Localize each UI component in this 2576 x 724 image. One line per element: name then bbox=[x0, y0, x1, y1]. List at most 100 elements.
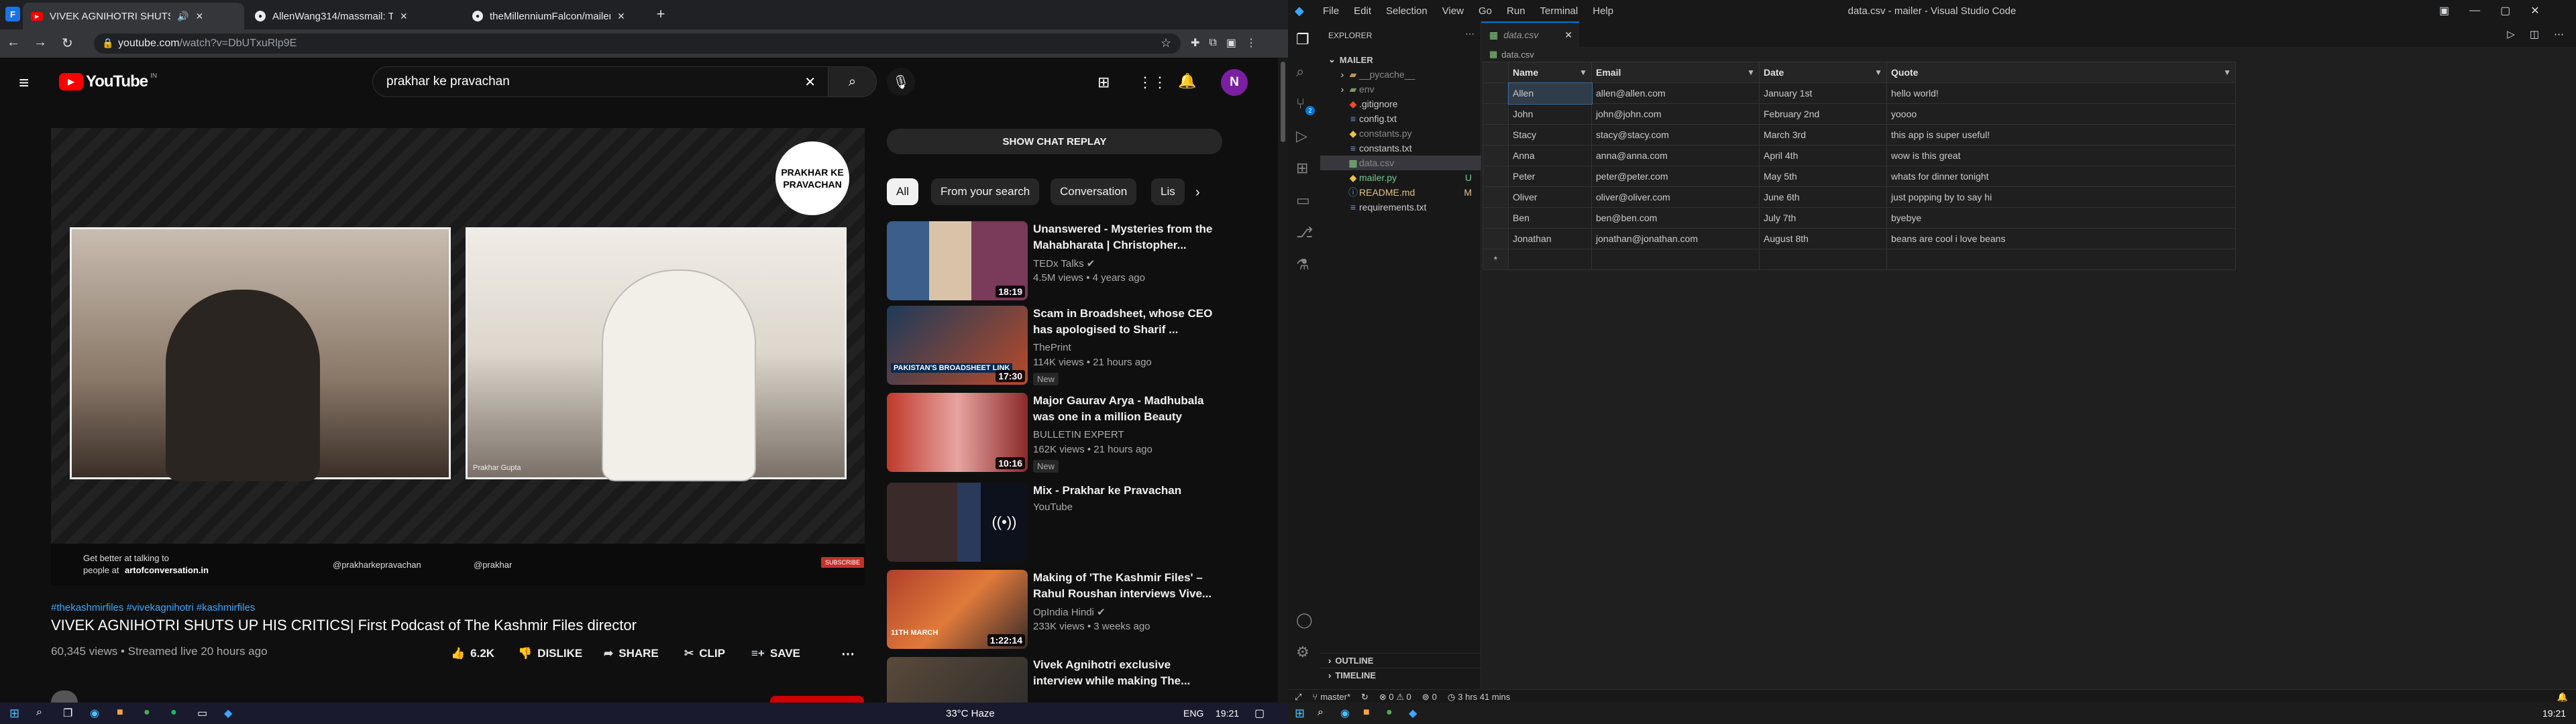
cell[interactable]: this app is super useful! bbox=[1886, 124, 2236, 145]
tree-item-gitignore[interactable]: ◆ .gitignore bbox=[1320, 97, 1481, 111]
outline-section-header[interactable]: › OUTLINE bbox=[1320, 653, 1481, 668]
notifications-bell-icon[interactable]: 🔔 bbox=[1178, 72, 1196, 90]
cell[interactable]: July 7th bbox=[1759, 207, 1887, 229]
tab-github-mailer[interactable]: ● theMillenniumFalcon/mailer ✕ bbox=[464, 3, 659, 29]
new-row[interactable]: * bbox=[1483, 249, 2236, 270]
chip-all[interactable]: All bbox=[887, 178, 918, 205]
rec-channel[interactable]: TEDx Talks ✔ bbox=[1033, 257, 1095, 269]
new-tab-button[interactable]: + bbox=[652, 5, 669, 23]
split-editor-icon[interactable]: ◫ bbox=[2530, 28, 2539, 40]
row-header[interactable] bbox=[1483, 228, 1509, 249]
back-icon[interactable]: ← bbox=[7, 35, 20, 50]
cell[interactable]: April 4th bbox=[1759, 145, 1887, 166]
tab-github-massmail[interactable]: ● AllenWang314/massmail: Tool th... ✕ bbox=[247, 3, 462, 29]
rec-channel[interactable]: OpIndia Hindi ✔ bbox=[1033, 606, 1106, 618]
rec-thumbnail[interactable]: 11TH MARCH 1:22:14 bbox=[887, 570, 1028, 649]
menu-view[interactable]: View bbox=[1442, 5, 1464, 17]
taskbar-clock[interactable]: 19:21 bbox=[2542, 708, 2566, 719]
explorer-more-icon[interactable]: ⋯ bbox=[1465, 28, 1474, 40]
cell[interactable]: anna@anna.com bbox=[1591, 145, 1760, 166]
rec-thumbnail[interactable]: ((•)) bbox=[887, 483, 1028, 562]
more-actions-icon[interactable]: ⋯ bbox=[841, 644, 855, 664]
cell[interactable]: Oliver bbox=[1508, 186, 1592, 208]
subscribe-button[interactable] bbox=[770, 696, 864, 703]
maximize-icon[interactable]: ▢ bbox=[2500, 4, 2510, 17]
table-row[interactable]: Allen allen@allen.com January 1st hello wor… bbox=[1483, 82, 2236, 105]
table-row[interactable]: Jonathan jonathan@jonathan.com August 8th b… bbox=[1483, 228, 2236, 249]
column-header[interactable]: Email ▼ bbox=[1591, 62, 1760, 83]
menu-terminal[interactable]: Terminal bbox=[1540, 5, 1578, 17]
cell[interactable]: peter@peter.com bbox=[1591, 166, 1760, 187]
folder-section-header[interactable]: ⌄ MAILER bbox=[1320, 52, 1481, 67]
create-video-icon[interactable]: ⊞ bbox=[1097, 74, 1110, 91]
rec-title[interactable]: Scam in Broadsheet, whose CEO has apolog… bbox=[1033, 306, 1221, 338]
recommendation-item[interactable]: Vivek Agnihotri exclusive interview whil… bbox=[887, 657, 1273, 703]
problems-indicator[interactable]: ⊗ 0 ⚠ 0 bbox=[1379, 692, 1411, 703]
table-row[interactable]: Stacy stacy@stacy.com March 3rd this app is… bbox=[1483, 124, 2236, 145]
cell[interactable]: byebye bbox=[1886, 207, 2236, 229]
cell[interactable]: Stacy bbox=[1508, 124, 1592, 145]
row-header[interactable] bbox=[1483, 186, 1509, 208]
chips-next-icon[interactable]: › bbox=[1195, 185, 1200, 200]
forward-icon[interactable]: → bbox=[34, 35, 47, 50]
cell[interactable]: August 8th bbox=[1759, 228, 1887, 249]
breadcrumb[interactable]: ▦ data.csv bbox=[1481, 47, 1534, 62]
rec-title[interactable]: Vivek Agnihotri exclusive interview whil… bbox=[1033, 657, 1221, 689]
column-header[interactable]: Name ▼ bbox=[1508, 62, 1592, 83]
tree-item-env[interactable]: › ▰ env bbox=[1320, 82, 1481, 97]
dislike-button[interactable]: 👎 DISLIKE bbox=[518, 644, 582, 664]
rec-channel[interactable]: BULLETIN EXPERT bbox=[1033, 429, 1124, 440]
explorer-icon[interactable]: ❐ bbox=[1296, 31, 1309, 48]
chrome-icon[interactable]: ● bbox=[1386, 707, 1393, 719]
apps-grid-icon[interactable]: ⋮⋮ bbox=[1138, 74, 1167, 91]
accounts-icon[interactable]: ◯ bbox=[1296, 611, 1313, 629]
search-button[interactable]: ⌕ bbox=[828, 66, 877, 97]
sync-icon[interactable]: ↻ bbox=[1361, 692, 1368, 703]
remote-indicator-icon[interactable]: ⤢ bbox=[1295, 692, 1301, 703]
sidebar-icon[interactable]: ▣ bbox=[1226, 36, 1236, 50]
editor-more-icon[interactable]: ⋯ bbox=[2554, 28, 2564, 40]
cell[interactable]: May 5th bbox=[1759, 166, 1887, 187]
cell[interactable]: Jonathan bbox=[1508, 228, 1592, 249]
search-input[interactable]: prakhar ke pravachan ✕ bbox=[372, 66, 828, 97]
video-hashtags[interactable]: #thekashmirfiles #vivekagnihotri #kashmi… bbox=[51, 602, 255, 613]
ports-indicator[interactable]: ⊚ 0 bbox=[1422, 692, 1437, 703]
save-button[interactable]: ≡+ SAVE bbox=[751, 644, 800, 664]
column-header[interactable]: Date ▼ bbox=[1759, 62, 1887, 83]
time-tracker[interactable]: ◷ 3 hrs 41 mins bbox=[1448, 692, 1510, 703]
tree-item-pycache[interactable]: › ▰ __pycache__ bbox=[1320, 67, 1481, 82]
tree-item-requirements[interactable]: ≡ requirements.txt bbox=[1320, 200, 1481, 215]
chip-from-your-search[interactable]: From your search bbox=[931, 178, 1040, 205]
chrome-icon[interactable]: ● bbox=[144, 707, 150, 719]
bell-icon[interactable]: 🔔 bbox=[2557, 692, 2568, 703]
cell[interactable]: Peter bbox=[1508, 166, 1592, 187]
rec-title[interactable]: Mix - Prakhar ke Pravachan bbox=[1033, 483, 1221, 499]
recommendation-item[interactable]: 18:19 Unanswered - Mysteries from the Ma… bbox=[887, 221, 1273, 308]
row-header[interactable] bbox=[1483, 103, 1509, 125]
run-file-icon[interactable]: ▷ bbox=[2507, 28, 2515, 40]
clear-search-icon[interactable]: ✕ bbox=[804, 74, 816, 90]
share-button[interactable]: ➦ SHARE bbox=[604, 644, 659, 664]
cell[interactable]: January 1st bbox=[1759, 82, 1887, 104]
recommendation-item[interactable]: ((•)) Mix - Prakhar ke Pravachan YouTube bbox=[887, 483, 1273, 570]
cell[interactable] bbox=[1759, 249, 1887, 270]
extension-icon[interactable]: ✚ bbox=[1191, 36, 1199, 50]
address-bar[interactable]: 🔒 youtube.com/watch?v=DbUTxuRlp9E ☆ bbox=[94, 34, 1181, 54]
edge-icon[interactable]: ◉ bbox=[90, 707, 99, 720]
cell[interactable]: yoooo bbox=[1886, 103, 2236, 125]
cell[interactable] bbox=[1591, 249, 1760, 270]
row-header[interactable] bbox=[1483, 207, 1509, 229]
tree-item-readme[interactable]: ⓘ README.md M bbox=[1320, 185, 1481, 200]
video-player[interactable]: PRAKHAR KE PRAVACHAN Prakhar Gupta Get b… bbox=[51, 128, 865, 585]
windows-start-icon[interactable]: ⊞ bbox=[9, 707, 19, 721]
cell[interactable]: jonathan@jonathan.com bbox=[1591, 228, 1760, 249]
rec-thumbnail[interactable]: 10:16 bbox=[887, 393, 1028, 472]
cell[interactable]: June 6th bbox=[1759, 186, 1887, 208]
channel-avatar[interactable] bbox=[51, 690, 78, 703]
cell[interactable]: John bbox=[1508, 103, 1592, 125]
search-taskbar-icon[interactable]: ⌕ bbox=[1318, 707, 1324, 719]
puzzle-icon[interactable]: ⧉ bbox=[1209, 37, 1216, 49]
cell[interactable]: Anna bbox=[1508, 145, 1592, 166]
reload-icon[interactable]: ↻ bbox=[62, 35, 73, 52]
rec-title[interactable]: Making of 'The Kashmir Files' – Rahul Ro… bbox=[1033, 570, 1221, 602]
